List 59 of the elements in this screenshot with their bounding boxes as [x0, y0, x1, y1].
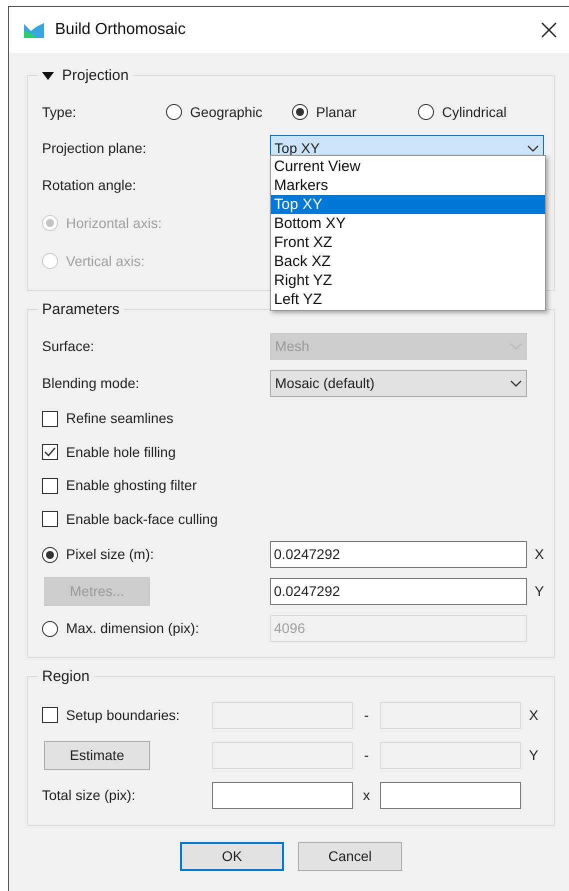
text-field[interactable]: 0.0247292	[270, 541, 527, 568]
checkbox[interactable]	[42, 707, 58, 723]
estimate-button[interactable]: Estimate	[44, 740, 150, 770]
checkmark-icon	[44, 447, 56, 458]
axis-label: X	[529, 706, 538, 724]
axis-label: Y	[529, 746, 538, 764]
radio-button[interactable]	[418, 104, 434, 120]
app-logo-icon	[23, 21, 45, 39]
checkbox-label: Refine seamlines	[66, 409, 174, 428]
chevron-down-icon	[527, 144, 539, 152]
dropdown-option[interactable]: Left YZ	[271, 290, 545, 309]
dropdown-option[interactable]: Markers	[271, 176, 545, 195]
field-label: Projection plane:	[42, 138, 148, 158]
window-title: Build Orthomosaic	[55, 20, 186, 40]
group-title: Projection	[62, 66, 129, 86]
checkbox[interactable]	[42, 511, 58, 528]
chevron-down-icon	[510, 380, 522, 387]
checkbox-label: Enable ghosting filter	[66, 476, 197, 496]
field-label: Blending mode:	[42, 374, 140, 393]
radio-label: Max. dimension (pix):	[66, 619, 200, 638]
field-label: Surface:	[42, 337, 96, 356]
field-label: Type:	[42, 102, 78, 122]
text-field[interactable]	[380, 782, 521, 808]
dropdown-option[interactable]: Front XZ	[271, 233, 545, 252]
close-icon[interactable]	[541, 22, 557, 38]
range-dash: -	[363, 706, 370, 724]
radio-button[interactable]	[166, 104, 182, 120]
text-field[interactable]: 0.0247292	[270, 578, 527, 605]
radio-label: Planar	[316, 102, 356, 122]
times-sign: x	[362, 786, 371, 804]
dropdown-option[interactable]: Top XY	[271, 195, 545, 214]
dropdown-option[interactable]: Bottom XY	[271, 214, 545, 233]
axis-label: X	[534, 545, 544, 564]
checkbox-label: Setup boundaries:	[66, 706, 180, 725]
field-label: Total size (pix):	[42, 786, 136, 805]
radio-label: Cylindrical	[442, 102, 507, 122]
dialog-button[interactable]: Cancel	[298, 842, 402, 871]
dialog-button[interactable]: OK	[180, 842, 284, 871]
radio-button[interactable]	[292, 104, 308, 120]
group-title: Parameters	[42, 300, 120, 320]
radio-label: Pixel size (m):	[66, 545, 154, 564]
axis-label: Y	[534, 582, 544, 601]
dropdown-option[interactable]: Back XZ	[271, 252, 545, 271]
checkbox[interactable]	[42, 444, 58, 460]
checkbox-label: Enable hole filling	[66, 442, 176, 462]
text-field[interactable]	[212, 782, 353, 808]
select-dropdown[interactable]: Mosaic (default)	[270, 370, 527, 397]
checkbox[interactable]	[42, 410, 58, 427]
checkbox[interactable]	[42, 478, 58, 494]
collapse-triangle-icon[interactable]	[42, 72, 54, 80]
radio-button[interactable]	[42, 546, 58, 562]
group-title: Region	[42, 667, 90, 687]
dropdown-option[interactable]: Right YZ	[271, 271, 545, 290]
field-label: Rotation angle:	[42, 176, 136, 195]
range-dash: -	[363, 746, 370, 764]
radio-label: Horizontal axis:	[66, 214, 162, 232]
radio-label: Geographic	[190, 102, 262, 122]
radio-label: Vertical axis:	[66, 252, 145, 270]
checkbox-label: Enable back-face culling	[66, 510, 218, 529]
